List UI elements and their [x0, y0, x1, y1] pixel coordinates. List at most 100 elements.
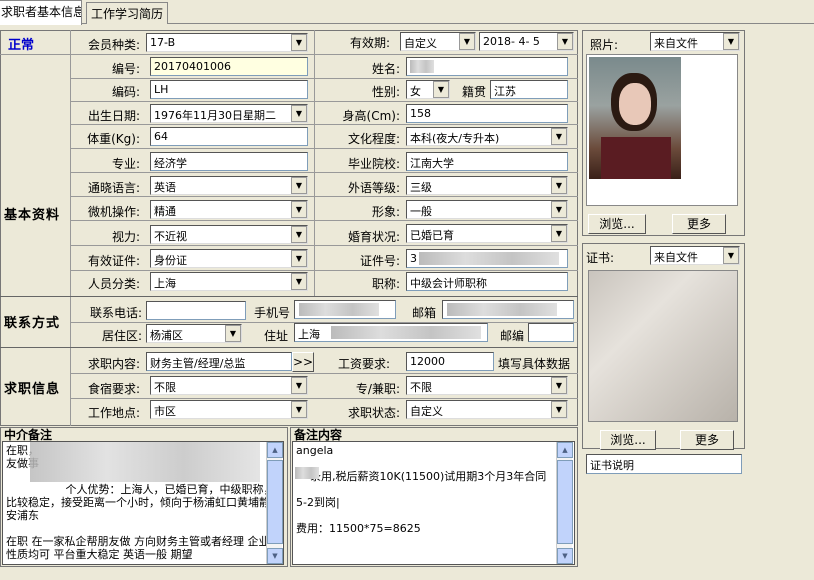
cert-browse-button[interactable]: 浏览...: [600, 430, 656, 450]
title-input[interactable]: 中级会计师职称: [406, 272, 568, 291]
computer-select[interactable]: 精通 ▼: [150, 200, 308, 219]
vision-label: 视力:: [111, 230, 140, 244]
language-label: 通晓语言:: [87, 181, 140, 195]
name-input[interactable]: [406, 57, 568, 76]
number-label: 编号:: [111, 62, 140, 76]
chevron-down-icon: ▼: [291, 377, 307, 394]
chevron-down-icon: ▼: [723, 33, 739, 50]
zip-input[interactable]: [528, 323, 574, 342]
chevron-down-icon: ▼: [551, 377, 567, 394]
mobile-label: 手机号: [253, 306, 290, 320]
validity-label: 有效期:: [349, 36, 390, 50]
marital-label: 婚育状况:: [347, 230, 400, 244]
district-select[interactable]: 杨浦区 ▼: [146, 324, 242, 343]
position-input[interactable]: 财务主管/经理/总监: [146, 352, 292, 371]
photo-source-select[interactable]: 来自文件 ▼: [650, 32, 740, 51]
chevron-down-icon: ▼: [291, 34, 307, 51]
category-select[interactable]: 上海 ▼: [150, 272, 308, 291]
chevron-down-icon: ▼: [291, 401, 307, 418]
photo-browse-button[interactable]: 浏览...: [588, 214, 646, 234]
foreign-level-label: 外语等级:: [347, 181, 400, 195]
school-input[interactable]: 江南大学: [406, 152, 568, 171]
scroll-up-icon[interactable]: ▲: [557, 442, 573, 458]
weight-input[interactable]: 64: [150, 127, 308, 146]
gender-label: 性别:: [371, 85, 400, 99]
birth-label: 出生日期:: [87, 109, 140, 123]
chevron-down-icon: ▼: [551, 225, 567, 242]
board-select[interactable]: 不限 ▼: [150, 376, 308, 395]
email-input[interactable]: [442, 300, 574, 319]
photo-image-box: [586, 54, 738, 206]
cert-source-select[interactable]: 来自文件 ▼: [650, 246, 740, 265]
appearance-select[interactable]: 一般 ▼: [406, 200, 568, 219]
chevron-down-icon: ▼: [551, 401, 567, 418]
id-type-label: 有效证件:: [87, 254, 140, 268]
location-label: 工作地点:: [87, 406, 140, 420]
email-label: 邮箱: [411, 306, 436, 320]
validity-select[interactable]: 自定义 ▼: [400, 32, 476, 51]
location-select[interactable]: 市区 ▼: [150, 400, 308, 419]
salary-label: 工资要求:: [337, 357, 390, 371]
gender-select[interactable]: 女 ▼: [406, 80, 450, 99]
scroll-down-icon[interactable]: ▼: [557, 548, 573, 564]
section-basic-title: 基本资料: [4, 208, 61, 223]
scroll-up-icon[interactable]: ▲: [267, 442, 283, 458]
tab-basic-info[interactable]: 求职者基本信息: [0, 0, 82, 25]
code-label: 编码:: [111, 85, 140, 99]
id-no-input[interactable]: 3: [406, 249, 568, 268]
appearance-label: 形象:: [371, 205, 400, 219]
photo-portrait: [589, 57, 681, 179]
number-input[interactable]: 20170401006: [150, 57, 308, 76]
id-type-select[interactable]: 身份证 ▼: [150, 249, 308, 268]
code-input[interactable]: LH: [150, 80, 308, 99]
chevron-down-icon: ▼: [291, 226, 307, 243]
cert-image: [588, 270, 738, 422]
title-label: 职称:: [371, 277, 400, 291]
zip-label: 邮编: [499, 329, 524, 343]
remark-notes-textarea[interactable]: angela 录用,税后薪资10K(11500)试用期3个月3年合同 5-2到岗…: [292, 441, 575, 565]
address-label: 住址: [263, 329, 288, 343]
major-input[interactable]: 经济学: [150, 152, 308, 171]
member-type-select[interactable]: 17-B ▼: [146, 33, 308, 52]
language-select[interactable]: 英语 ▼: [150, 176, 308, 195]
chevron-down-icon: ▼: [551, 201, 567, 218]
chevron-down-icon: ▼: [291, 105, 307, 122]
cert-label: 证书:: [586, 251, 615, 265]
photo-more-button[interactable]: 更多: [672, 214, 726, 234]
category-label: 人员分类:: [87, 277, 140, 291]
education-select[interactable]: 本科(夜大/专升本) ▼: [406, 127, 568, 146]
height-label: 身高(Cm):: [342, 109, 400, 123]
phone-input[interactable]: [146, 301, 246, 320]
education-label: 文化程度:: [347, 132, 400, 146]
height-input[interactable]: 158: [406, 104, 568, 123]
native-input[interactable]: 江苏: [490, 80, 568, 99]
salary-input[interactable]: 12000: [406, 352, 494, 371]
chevron-down-icon: ▼: [723, 247, 739, 264]
vision-select[interactable]: 不近视 ▼: [150, 225, 308, 244]
status-label: 求职状态:: [347, 406, 400, 420]
agent-notes-scrollbar[interactable]: ▲ ▼: [266, 442, 283, 564]
section-job-title: 求职信息: [4, 382, 61, 397]
mobile-input[interactable]: [294, 300, 396, 319]
weight-label: 体重(Kg):: [87, 132, 140, 146]
chevron-down-icon: ▼: [291, 177, 307, 194]
validity-date-picker[interactable]: 2018- 4- 5 ▼: [479, 32, 574, 51]
chevron-down-icon: ▼: [551, 128, 567, 145]
parttime-select[interactable]: 不限 ▼: [406, 376, 568, 395]
status-text: 正常: [8, 38, 35, 53]
position-more-button[interactable]: >>: [292, 352, 314, 372]
foreign-level-select[interactable]: 三级 ▼: [406, 176, 568, 195]
tab-resume[interactable]: 工作学习简历: [86, 2, 168, 24]
status-select[interactable]: 自定义 ▼: [406, 400, 568, 419]
scroll-down-icon[interactable]: ▼: [267, 548, 283, 564]
chevron-down-icon: ▼: [291, 201, 307, 218]
name-label: 姓名:: [371, 62, 400, 76]
remark-notes-scrollbar[interactable]: ▲ ▼: [556, 442, 573, 564]
chevron-down-icon: ▼: [291, 273, 307, 290]
marital-select[interactable]: 已婚已育 ▼: [406, 224, 568, 243]
computer-label: 微机操作:: [87, 205, 140, 219]
cert-more-button[interactable]: 更多: [680, 430, 734, 450]
birth-date-picker[interactable]: 1976年11月30日星期二 ▼: [150, 104, 308, 123]
address-input[interactable]: 上海: [294, 323, 488, 342]
cert-description-input[interactable]: 证书说明: [586, 454, 742, 474]
